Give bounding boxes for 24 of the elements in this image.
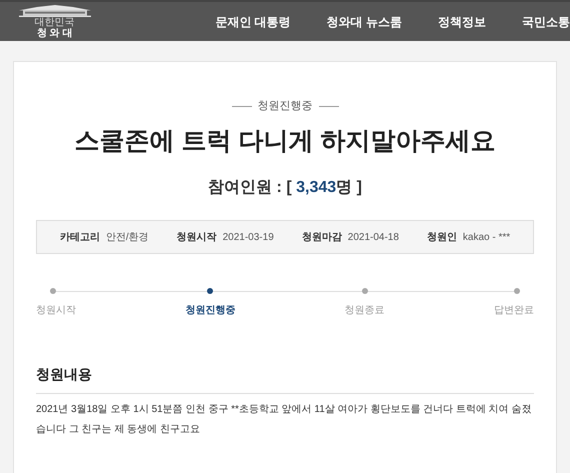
section-heading: 청원내용 <box>36 364 534 394</box>
step-label: 청원시작 <box>36 304 76 318</box>
nav-link[interactable]: 국민소통 <box>522 12 570 30</box>
participant-count: 참여인원 : [ 3,343명 ] <box>208 178 362 198</box>
info-label: 청원인 <box>426 230 457 244</box>
step-label: 답변완료 <box>494 304 534 318</box>
info-value: 2021-03-19 <box>222 230 274 244</box>
logo-small-text: 대한민국 <box>34 16 75 28</box>
petition-title: 스쿨존에 트럭 다니게 하지말아주세요 <box>74 126 496 156</box>
petition-body: 2021년 3월18일 오후 1시 51분쯤 인천 중구 **초등학교 앞에서 11살 여아가 횡단보도를 건너다 트럭에 치여 숨졌습니다 그 친구는 제 동생에 친구고요 <box>36 403 532 437</box>
nav-link[interactable]: 정책정보 <box>438 12 486 30</box>
nav-link[interactable]: 문재인 대통령 <box>215 12 291 30</box>
info-label: 청원마감 <box>302 230 342 244</box>
info-label: 청원시작 <box>176 230 217 244</box>
nav-link[interactable]: 청와대 뉴스룸 <box>326 12 402 30</box>
status-label: 청원진행중 <box>258 99 312 114</box>
step-label: 청원진행중 <box>185 304 236 318</box>
info-label: 카테고리 <box>60 230 100 244</box>
building-logo-icon <box>16 4 93 16</box>
info-value: kakao - *** <box>462 230 510 244</box>
info-value: 2021-04-18 <box>348 230 399 244</box>
info-value: 안전/환경 <box>106 230 149 244</box>
logo-text: 청 와 대 <box>36 28 72 38</box>
step-label: 청원종료 <box>344 304 385 318</box>
